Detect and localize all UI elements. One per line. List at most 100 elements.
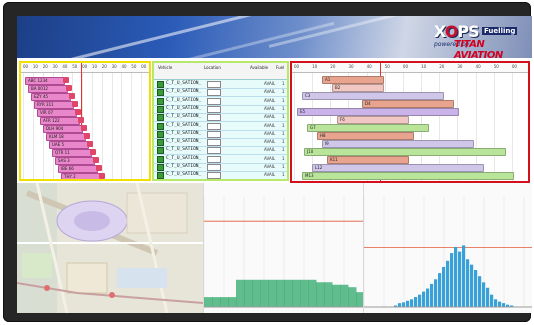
flight-bar[interactable]: THY 2 — [61, 173, 101, 179]
row-select[interactable] — [207, 89, 221, 97]
histogram-bar — [474, 270, 478, 307]
refuel-marker[interactable] — [66, 85, 72, 91]
demand-histogram — [364, 197, 532, 308]
flight-bar[interactable]: KLM 18 — [46, 133, 86, 141]
refuel-timeline-panel[interactable]: 00 10 20 30 40 50 00 10 20 30 40 50 00 A1 B2 C3 D4 E5 F6 G… — [290, 61, 530, 183]
col-fuel[interactable]: Fuel — [276, 65, 284, 70]
row-vehicle-id: C_T_U_SATION_ — [166, 114, 202, 120]
row-select[interactable] — [207, 164, 221, 171]
row-checkbox[interactable] — [157, 97, 164, 105]
col-available[interactable]: Available — [250, 65, 268, 70]
refuel-marker[interactable] — [63, 77, 69, 83]
refuel-job-bar[interactable]: J10 — [304, 148, 506, 156]
refuel-job-bar[interactable]: H8 — [317, 132, 414, 140]
row-select[interactable] — [207, 105, 221, 113]
row-checkbox[interactable] — [157, 164, 164, 171]
grid-line — [294, 73, 295, 181]
refuel-job-bar[interactable]: D4 — [362, 100, 454, 108]
job-bar-label: M13 — [305, 173, 314, 178]
row-select[interactable] — [207, 155, 221, 163]
histogram-bar — [482, 282, 486, 307]
row-checkbox[interactable] — [157, 122, 164, 130]
row-vehicle-id: C_T_U_SATION_ — [166, 105, 202, 111]
vehicle-grid-panel[interactable]: Vehicle Location Available Fuel C_T_U_SA… — [152, 61, 289, 181]
row-select[interactable] — [207, 147, 221, 155]
flight-bar[interactable]: BA 0012 — [28, 85, 68, 93]
flight-bar[interactable]: UAE 5 — [49, 141, 89, 149]
refuel-marker[interactable] — [69, 93, 75, 99]
flight-bar[interactable]: VIR 07 — [37, 109, 77, 117]
flight-bar[interactable]: DLH 904 — [43, 125, 83, 133]
col-location[interactable]: Location — [204, 65, 221, 70]
histogram-bar — [486, 287, 490, 307]
refuel-job-bar[interactable]: G7 — [307, 124, 429, 132]
row-status: AVAIL — [264, 81, 276, 86]
row-select[interactable] — [207, 122, 221, 130]
row-select[interactable] — [207, 130, 221, 138]
row-select[interactable] — [207, 172, 221, 179]
row-checkbox[interactable] — [157, 89, 164, 97]
refuel-marker[interactable] — [75, 109, 81, 115]
row-status: AVAIL — [264, 139, 276, 145]
xops-logo: XOPS Fuelling powered by TITAN AVIATION — [434, 22, 520, 58]
refuel-marker[interactable] — [72, 101, 78, 107]
flight-bar[interactable]: SAS 3 — [55, 157, 95, 165]
row-checkbox[interactable] — [157, 172, 164, 179]
refuel-job-bar[interactable]: B2 — [332, 84, 384, 92]
job-bar-label: C3 — [305, 93, 311, 98]
refuel-job-bar[interactable]: I9 — [322, 140, 474, 148]
row-select[interactable] — [207, 97, 221, 105]
flight-bar[interactable]: IBE 66 — [58, 165, 98, 173]
area-segment — [212, 297, 221, 307]
flight-bar[interactable]: EZY 45 — [31, 93, 71, 101]
refuel-job-bar[interactable]: E5 — [297, 108, 459, 116]
row-checkbox[interactable] — [157, 81, 164, 88]
flight-bar[interactable]: QTR 11 — [52, 149, 92, 157]
tick-label: 40 — [121, 64, 127, 69]
histogram-bar — [434, 279, 438, 307]
row-checkbox[interactable] — [157, 155, 164, 163]
row-checkbox[interactable] — [157, 139, 164, 147]
row-status: AVAIL — [264, 105, 276, 111]
histogram-bar — [422, 291, 426, 307]
refuel-marker[interactable] — [84, 133, 90, 139]
row-checkbox[interactable] — [157, 105, 164, 113]
airport-map[interactable] — [17, 183, 203, 313]
row-select[interactable] — [207, 81, 221, 88]
refuel-marker[interactable] — [96, 165, 102, 171]
col-vehicle[interactable]: Vehicle — [158, 65, 172, 70]
refuel-job-bar[interactable]: K11 — [327, 156, 409, 164]
histogram-bar — [402, 302, 406, 307]
refuel-marker[interactable] — [93, 157, 99, 163]
refuel-marker[interactable] — [90, 149, 96, 155]
row-select[interactable] — [207, 114, 221, 122]
row-vehicle-id: C_T_U_SATION_ — [166, 81, 202, 86]
row-status: AVAIL — [264, 97, 276, 103]
refuel-marker[interactable] — [99, 173, 105, 179]
tick-label: 00 — [23, 64, 29, 69]
grid-row[interactable]: C_T_U_SATION_ AVAIL 1 — [154, 171, 287, 179]
refuel-job-bar[interactable]: A1 — [322, 76, 384, 84]
refuel-marker[interactable] — [81, 125, 87, 131]
refuel-job-bar[interactable]: M13 — [302, 172, 514, 180]
row-select[interactable] — [207, 139, 221, 147]
row-checkbox[interactable] — [157, 147, 164, 155]
row-status: AVAIL — [264, 147, 276, 153]
header-banner: XOPS Fuelling powered by TITAN AVIATION — [17, 16, 532, 58]
row-checkbox[interactable] — [157, 114, 164, 122]
refuel-marker[interactable] — [87, 141, 93, 147]
tick-label: 20 — [42, 64, 48, 69]
flight-bar[interactable]: AFR 122 — [40, 117, 80, 125]
refuel-job-bar[interactable]: L12 — [312, 164, 484, 172]
demand-histogram-panel — [363, 183, 532, 313]
refuel-marker[interactable] — [78, 117, 84, 123]
airport-map-panel[interactable] — [17, 183, 203, 313]
refuel-job-bar[interactable]: C3 — [302, 92, 444, 100]
refuel-job-bar[interactable]: F6 — [337, 116, 409, 124]
flight-schedule-panel[interactable]: 00 10 20 30 40 50 00 10 20 30 40 50 00 ABC 1234 BA 00… — [19, 61, 151, 181]
area-segment — [284, 279, 293, 307]
row-checkbox[interactable] — [157, 130, 164, 138]
histogram-bar — [450, 253, 454, 307]
flight-bar[interactable]: ABC 1234 — [25, 77, 65, 85]
flight-bar[interactable]: RYR 311 — [34, 101, 74, 109]
